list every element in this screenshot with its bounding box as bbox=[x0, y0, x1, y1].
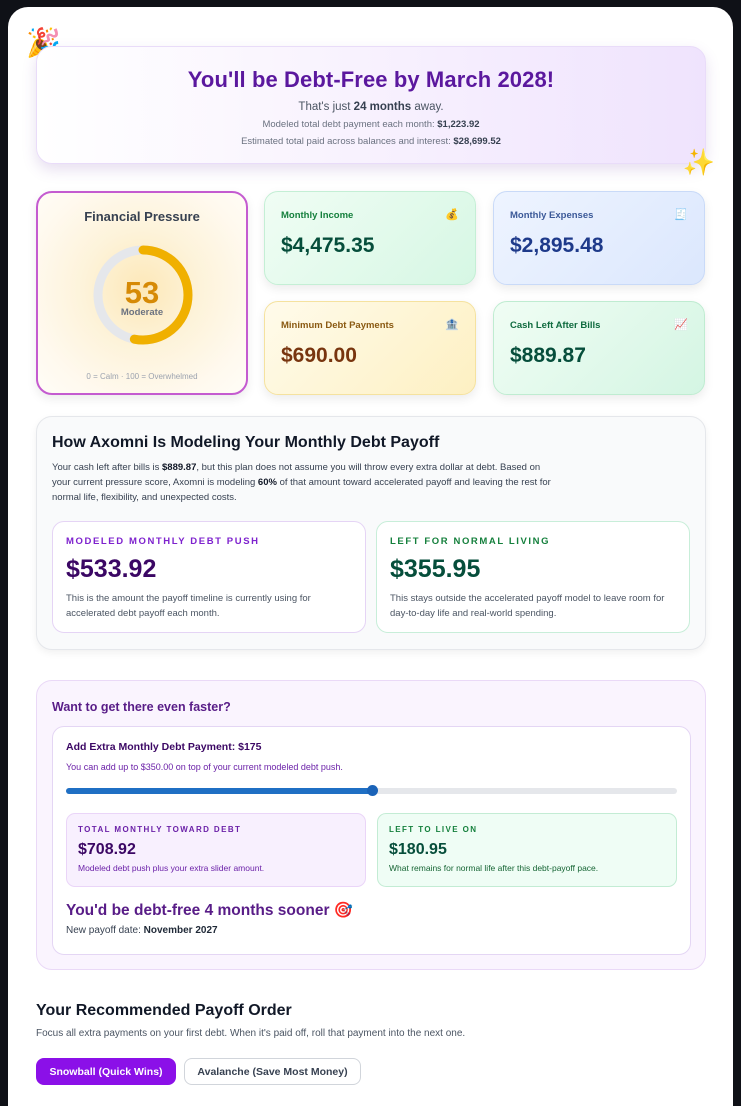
stat-value: $889.87 bbox=[510, 344, 586, 367]
normal-living-card: LEFT FOR NORMAL LIVING $355.95 This stay… bbox=[376, 521, 690, 633]
snowball-button[interactable]: Snowball (Quick Wins) bbox=[36, 1058, 176, 1085]
monthly-income-card: Monthly Income 💰 $4,475.35 bbox=[264, 191, 476, 285]
debt-push-note: This is the amount the payoff timeline i… bbox=[66, 593, 311, 620]
faster-payoff-section: Want to get there even faster? Add Extra… bbox=[36, 680, 706, 970]
cash-left-card: Cash Left After Bills 📈 $889.87 bbox=[493, 301, 705, 395]
payoff-order-title: Your Recommended Payoff Order bbox=[36, 1002, 292, 1019]
payoff-order-subtitle: Focus all extra payments on your first d… bbox=[36, 1028, 466, 1039]
avalanche-button[interactable]: Avalanche (Save Most Money) bbox=[184, 1058, 361, 1085]
total-toward-debt-value: $708.92 bbox=[78, 841, 136, 858]
extra-payment-panel: Add Extra Monthly Debt Payment: $175 You… bbox=[52, 726, 691, 955]
stat-value: $690.00 bbox=[281, 344, 357, 367]
receipt-icon: 🧾 bbox=[674, 209, 688, 221]
modeling-section: How Axomni Is Modeling Your Monthly Debt… bbox=[36, 416, 706, 650]
debt-free-banner: You'll be Debt-Free by March 2028! That'… bbox=[36, 46, 706, 164]
pressure-score: 53 bbox=[124, 275, 160, 310]
modeling-title: How Axomni Is Modeling Your Monthly Debt… bbox=[52, 434, 440, 451]
chart-increasing-icon: 📈 bbox=[674, 319, 688, 331]
extra-payment-slider[interactable] bbox=[66, 785, 677, 796]
total-toward-debt-box: TOTAL MONTHLY TOWARD DEBT $708.92 Modele… bbox=[66, 813, 366, 887]
normal-living-value: $355.95 bbox=[390, 555, 481, 583]
left-to-live-kicker: LEFT TO LIVE ON bbox=[389, 825, 478, 834]
modeling-description: Your cash left after bills is $889.87, b… bbox=[52, 462, 551, 504]
total-paid-text: Estimated total paid across balances and… bbox=[241, 136, 501, 147]
stat-label: Monthly Income bbox=[281, 210, 354, 221]
money-bag-icon: 💰 bbox=[445, 209, 459, 221]
stat-label: Monthly Expenses bbox=[510, 210, 594, 221]
minimum-debt-payments-card: Minimum Debt Payments 🏦 $690.00 bbox=[264, 301, 476, 395]
faster-title: Want to get there even faster? bbox=[52, 700, 231, 714]
sparkle-icon: ✨ bbox=[682, 147, 715, 177]
debt-push-card: MODELED MONTHLY DEBT PUSH $533.92 This i… bbox=[52, 521, 366, 633]
extra-payment-label: Add Extra Monthly Debt Payment: $175 bbox=[66, 741, 262, 753]
slider-fill bbox=[66, 788, 372, 794]
months-away-text: That's just 24 months away. bbox=[298, 101, 444, 113]
slider-thumb[interactable] bbox=[366, 785, 378, 796]
monthly-payment-text: Modeled total debt payment each month: $… bbox=[262, 119, 480, 130]
financial-pressure-card: Financial Pressure 53 Moderate 0 = Calm … bbox=[36, 191, 248, 395]
pressure-level: Moderate bbox=[120, 307, 164, 318]
page-container: 🎉 You'll be Debt-Free by March 2028! Tha… bbox=[8, 7, 733, 1106]
left-to-live-note: What remains for normal life after this … bbox=[389, 863, 599, 873]
new-payoff-date: New payoff date: November 2027 bbox=[66, 925, 218, 936]
target-icon: 🎯 bbox=[333, 902, 354, 919]
pressure-title: Financial Pressure bbox=[84, 209, 200, 224]
monthly-expenses-card: Monthly Expenses 🧾 $2,895.48 bbox=[493, 191, 705, 285]
total-toward-debt-note: Modeled debt push plus your extra slider… bbox=[78, 863, 265, 873]
debt-push-kicker: MODELED MONTHLY DEBT PUSH bbox=[66, 536, 260, 547]
stat-value: $4,475.35 bbox=[281, 234, 375, 257]
stat-value: $2,895.48 bbox=[510, 234, 604, 257]
pressure-scale: 0 = Calm · 100 = Overwhelmed bbox=[86, 372, 198, 381]
sooner-headline: You'd be debt-free 4 months sooner 🎯 bbox=[66, 902, 354, 919]
left-to-live-value: $180.95 bbox=[389, 841, 447, 858]
debt-free-title: You'll be Debt-Free by March 2028! bbox=[187, 67, 555, 92]
stat-label: Cash Left After Bills bbox=[510, 320, 601, 331]
extra-payment-hint: You can add up to $350.00 on top of your… bbox=[66, 762, 343, 772]
left-to-live-box: LEFT TO LIVE ON $180.95 What remains for… bbox=[377, 813, 677, 887]
debt-push-value: $533.92 bbox=[66, 555, 157, 583]
normal-living-kicker: LEFT FOR NORMAL LIVING bbox=[390, 536, 551, 547]
total-toward-debt-kicker: TOTAL MONTHLY TOWARD DEBT bbox=[78, 825, 242, 834]
bank-icon: 🏦 bbox=[445, 319, 459, 331]
normal-living-note: This stays outside the accelerated payof… bbox=[390, 593, 665, 620]
stat-label: Minimum Debt Payments bbox=[281, 320, 394, 331]
